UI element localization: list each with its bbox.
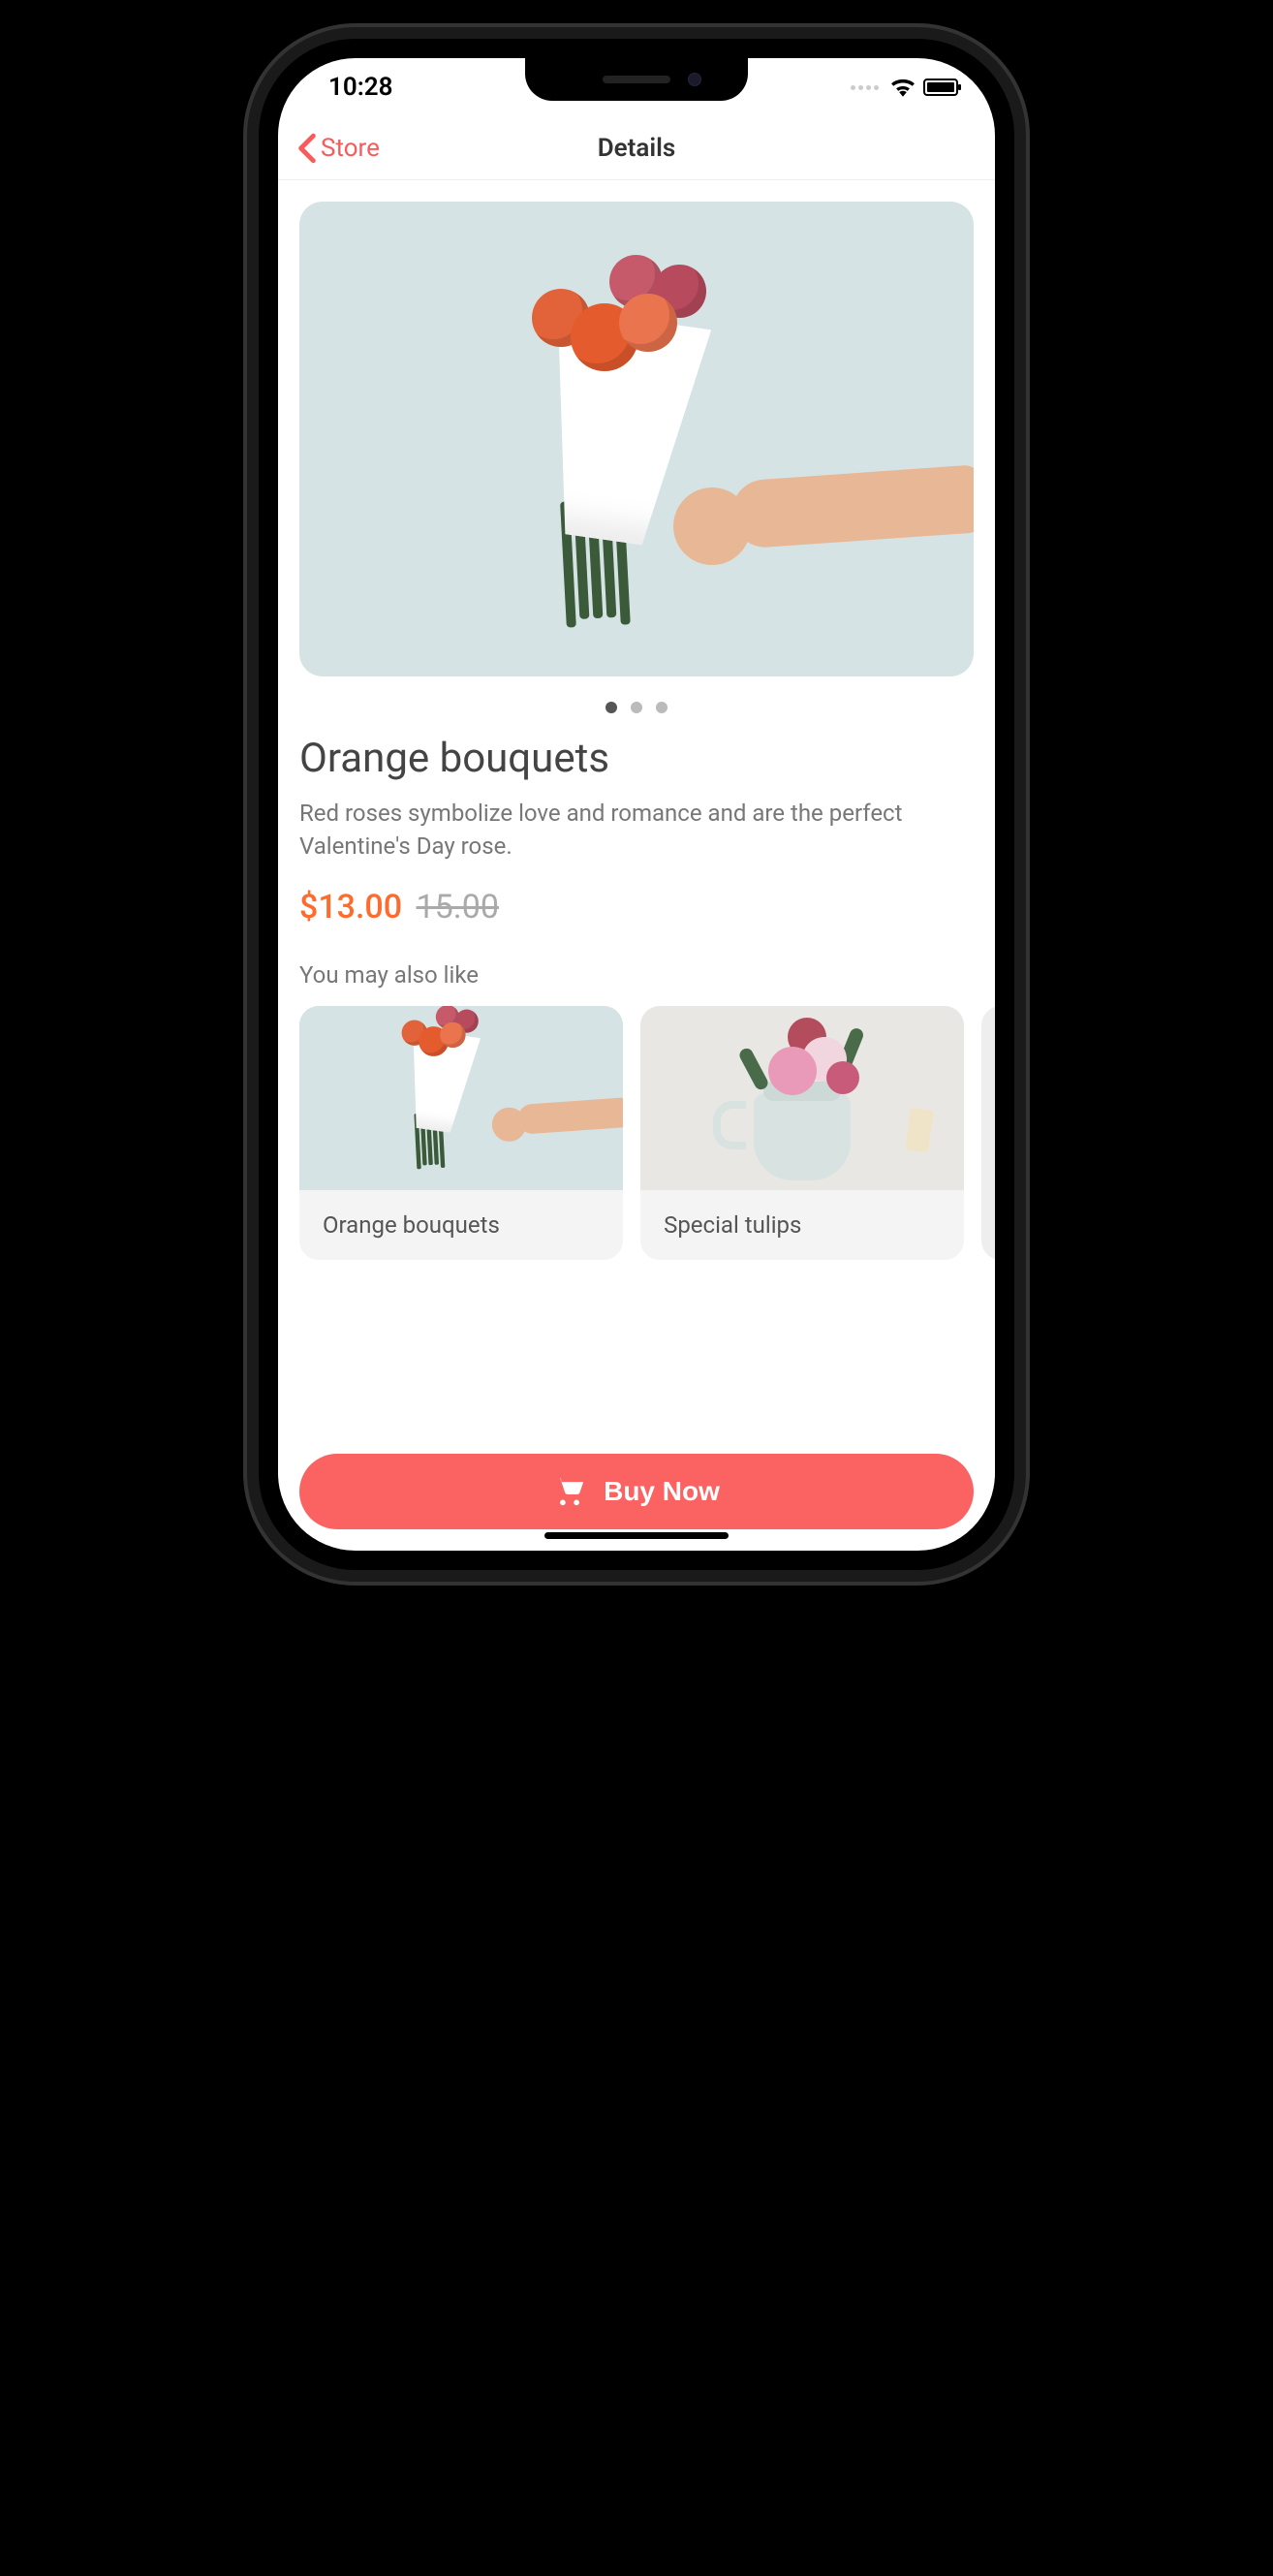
recommend-card-peek[interactable] — [981, 1006, 995, 1260]
product-title: Orange bouquets — [299, 735, 974, 782]
recommend-list[interactable]: Orange bouquets Special tulips — [299, 1006, 974, 1260]
recommend-thumb — [299, 1006, 623, 1190]
recommend-label: Orange bouquets — [299, 1190, 623, 1260]
recommend-card[interactable]: Orange bouquets — [299, 1006, 623, 1260]
recommend-card[interactable]: Special tulips — [640, 1006, 964, 1260]
image-pager[interactable] — [299, 702, 974, 713]
pager-dot[interactable] — [631, 702, 642, 713]
product-description: Red roses symbolize love and romance and… — [299, 798, 974, 863]
cellular-dots-icon — [851, 85, 879, 90]
pager-dot[interactable] — [656, 702, 668, 713]
price-old: 15.00 — [417, 888, 499, 927]
nav-bar: Store Details — [278, 116, 995, 180]
battery-icon — [923, 79, 958, 96]
price-current: $13.00 — [299, 888, 402, 927]
buy-now-button[interactable]: Buy Now — [299, 1454, 974, 1529]
pager-dot[interactable] — [605, 702, 617, 713]
home-indicator[interactable] — [544, 1532, 729, 1539]
device-frame: 10:28 Store Details — [259, 39, 1014, 1570]
product-image[interactable] — [299, 202, 974, 676]
buy-now-label: Buy Now — [604, 1476, 720, 1507]
product-price: $13.00 15.00 — [299, 888, 974, 927]
recommend-title: You may also like — [299, 961, 974, 989]
recommend-thumb — [640, 1006, 964, 1190]
back-button[interactable]: Store — [297, 133, 380, 164]
wifi-icon — [890, 78, 916, 97]
recommend-label: Special tulips — [640, 1190, 964, 1260]
content: Orange bouquets Red roses symbolize love… — [278, 180, 995, 1551]
screen: 10:28 Store Details — [278, 58, 995, 1551]
page-title: Details — [598, 134, 676, 163]
chevron-left-icon — [297, 133, 317, 164]
status-right — [851, 78, 958, 97]
status-time: 10:28 — [328, 73, 393, 102]
notch — [525, 58, 748, 101]
cart-icon — [553, 1475, 586, 1508]
back-label: Store — [321, 134, 380, 163]
